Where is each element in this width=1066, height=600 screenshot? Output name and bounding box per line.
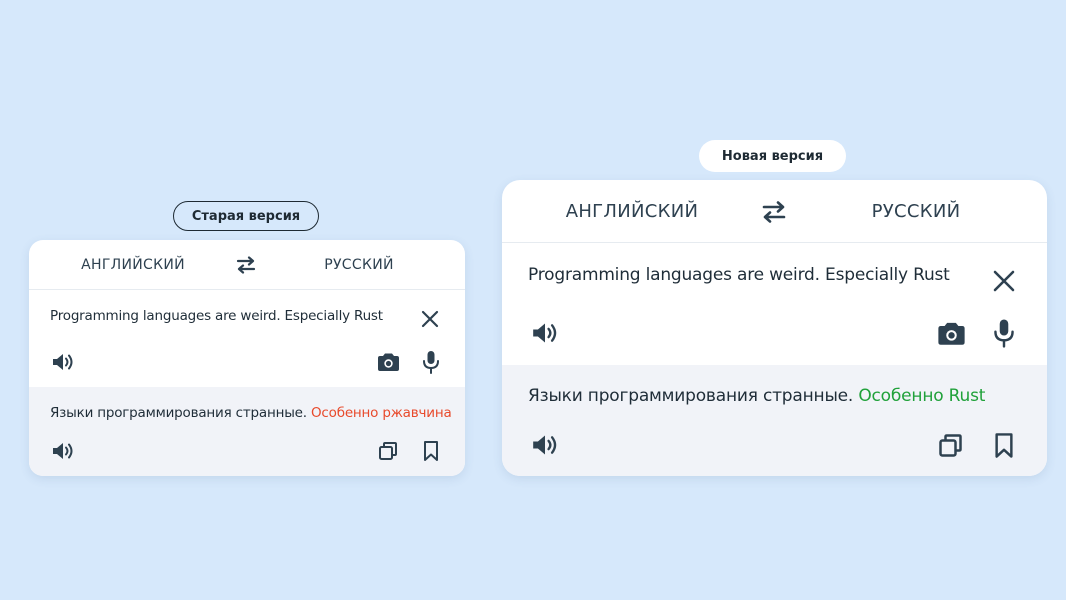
camera-button[interactable] xyxy=(376,350,400,374)
source-speak-button[interactable] xyxy=(50,350,76,374)
clear-icon xyxy=(421,310,439,328)
translation-main: Языки программирования странные. xyxy=(528,386,854,406)
microphone-button[interactable] xyxy=(420,349,442,375)
camera-icon xyxy=(377,353,399,371)
translation-panel xyxy=(29,387,465,476)
translation-text: Языки программирования странные. Особенн… xyxy=(50,405,452,421)
microphone-button[interactable] xyxy=(990,317,1018,349)
copy-icon xyxy=(379,442,397,460)
camera-button[interactable] xyxy=(934,319,968,347)
translation-text: Языки программирования странные. Особенн… xyxy=(528,386,985,406)
target-language-button[interactable]: РУССКИЙ xyxy=(319,240,399,289)
language-bar: АНГЛИЙСКИЙ РУССКИЙ xyxy=(502,180,1047,243)
source-language-button[interactable]: АНГЛИЙСКИЙ xyxy=(77,240,189,289)
swap-languages-button[interactable] xyxy=(233,254,259,276)
language-bar: АНГЛИЙСКИЙ РУССКИЙ xyxy=(29,240,465,290)
new-version-label: Новая версия xyxy=(699,140,846,172)
clear-icon xyxy=(993,270,1015,292)
new-translator-card: АНГЛИЙСКИЙ РУССКИЙ Programming languages… xyxy=(502,180,1047,476)
bookmark-button[interactable] xyxy=(421,439,441,463)
copy-button[interactable] xyxy=(377,440,399,462)
copy-icon xyxy=(938,433,962,457)
microphone-icon xyxy=(994,319,1014,348)
old-translator-card: АНГЛИЙСКИЙ РУССКИЙ Programming languages… xyxy=(29,240,465,476)
source-speak-button[interactable] xyxy=(528,318,562,348)
speaker-icon xyxy=(53,354,73,370)
microphone-icon xyxy=(423,351,439,374)
translation-main: Языки программирования странные. xyxy=(50,405,307,421)
target-language-button[interactable]: РУССКИЙ xyxy=(868,180,964,242)
speaker-icon xyxy=(53,443,73,459)
source-text-input[interactable]: Programming languages are weird. Especia… xyxy=(528,265,950,285)
camera-icon xyxy=(937,322,965,345)
clear-button[interactable] xyxy=(990,267,1018,295)
bookmark-icon xyxy=(995,432,1013,458)
copy-button[interactable] xyxy=(936,431,964,459)
translation-panel xyxy=(502,365,1047,476)
old-version-label: Старая версия xyxy=(173,201,319,231)
translation-accent: Особенно ржавчина xyxy=(310,405,452,421)
swap-icon xyxy=(762,201,786,223)
translation-accent: Особенно Rust xyxy=(858,386,986,406)
source-text-input[interactable]: Programming languages are weird. Especia… xyxy=(50,308,383,324)
clear-button[interactable] xyxy=(419,308,441,330)
source-language-button[interactable]: АНГЛИЙСКИЙ xyxy=(564,180,700,242)
translation-speak-button[interactable] xyxy=(50,439,76,463)
swap-languages-button[interactable] xyxy=(760,200,788,224)
bookmark-icon xyxy=(424,441,438,461)
translation-speak-button[interactable] xyxy=(528,430,562,460)
bookmark-button[interactable] xyxy=(991,430,1017,460)
speaker-icon xyxy=(533,323,557,343)
swap-icon xyxy=(236,256,256,274)
speaker-icon xyxy=(533,435,557,455)
